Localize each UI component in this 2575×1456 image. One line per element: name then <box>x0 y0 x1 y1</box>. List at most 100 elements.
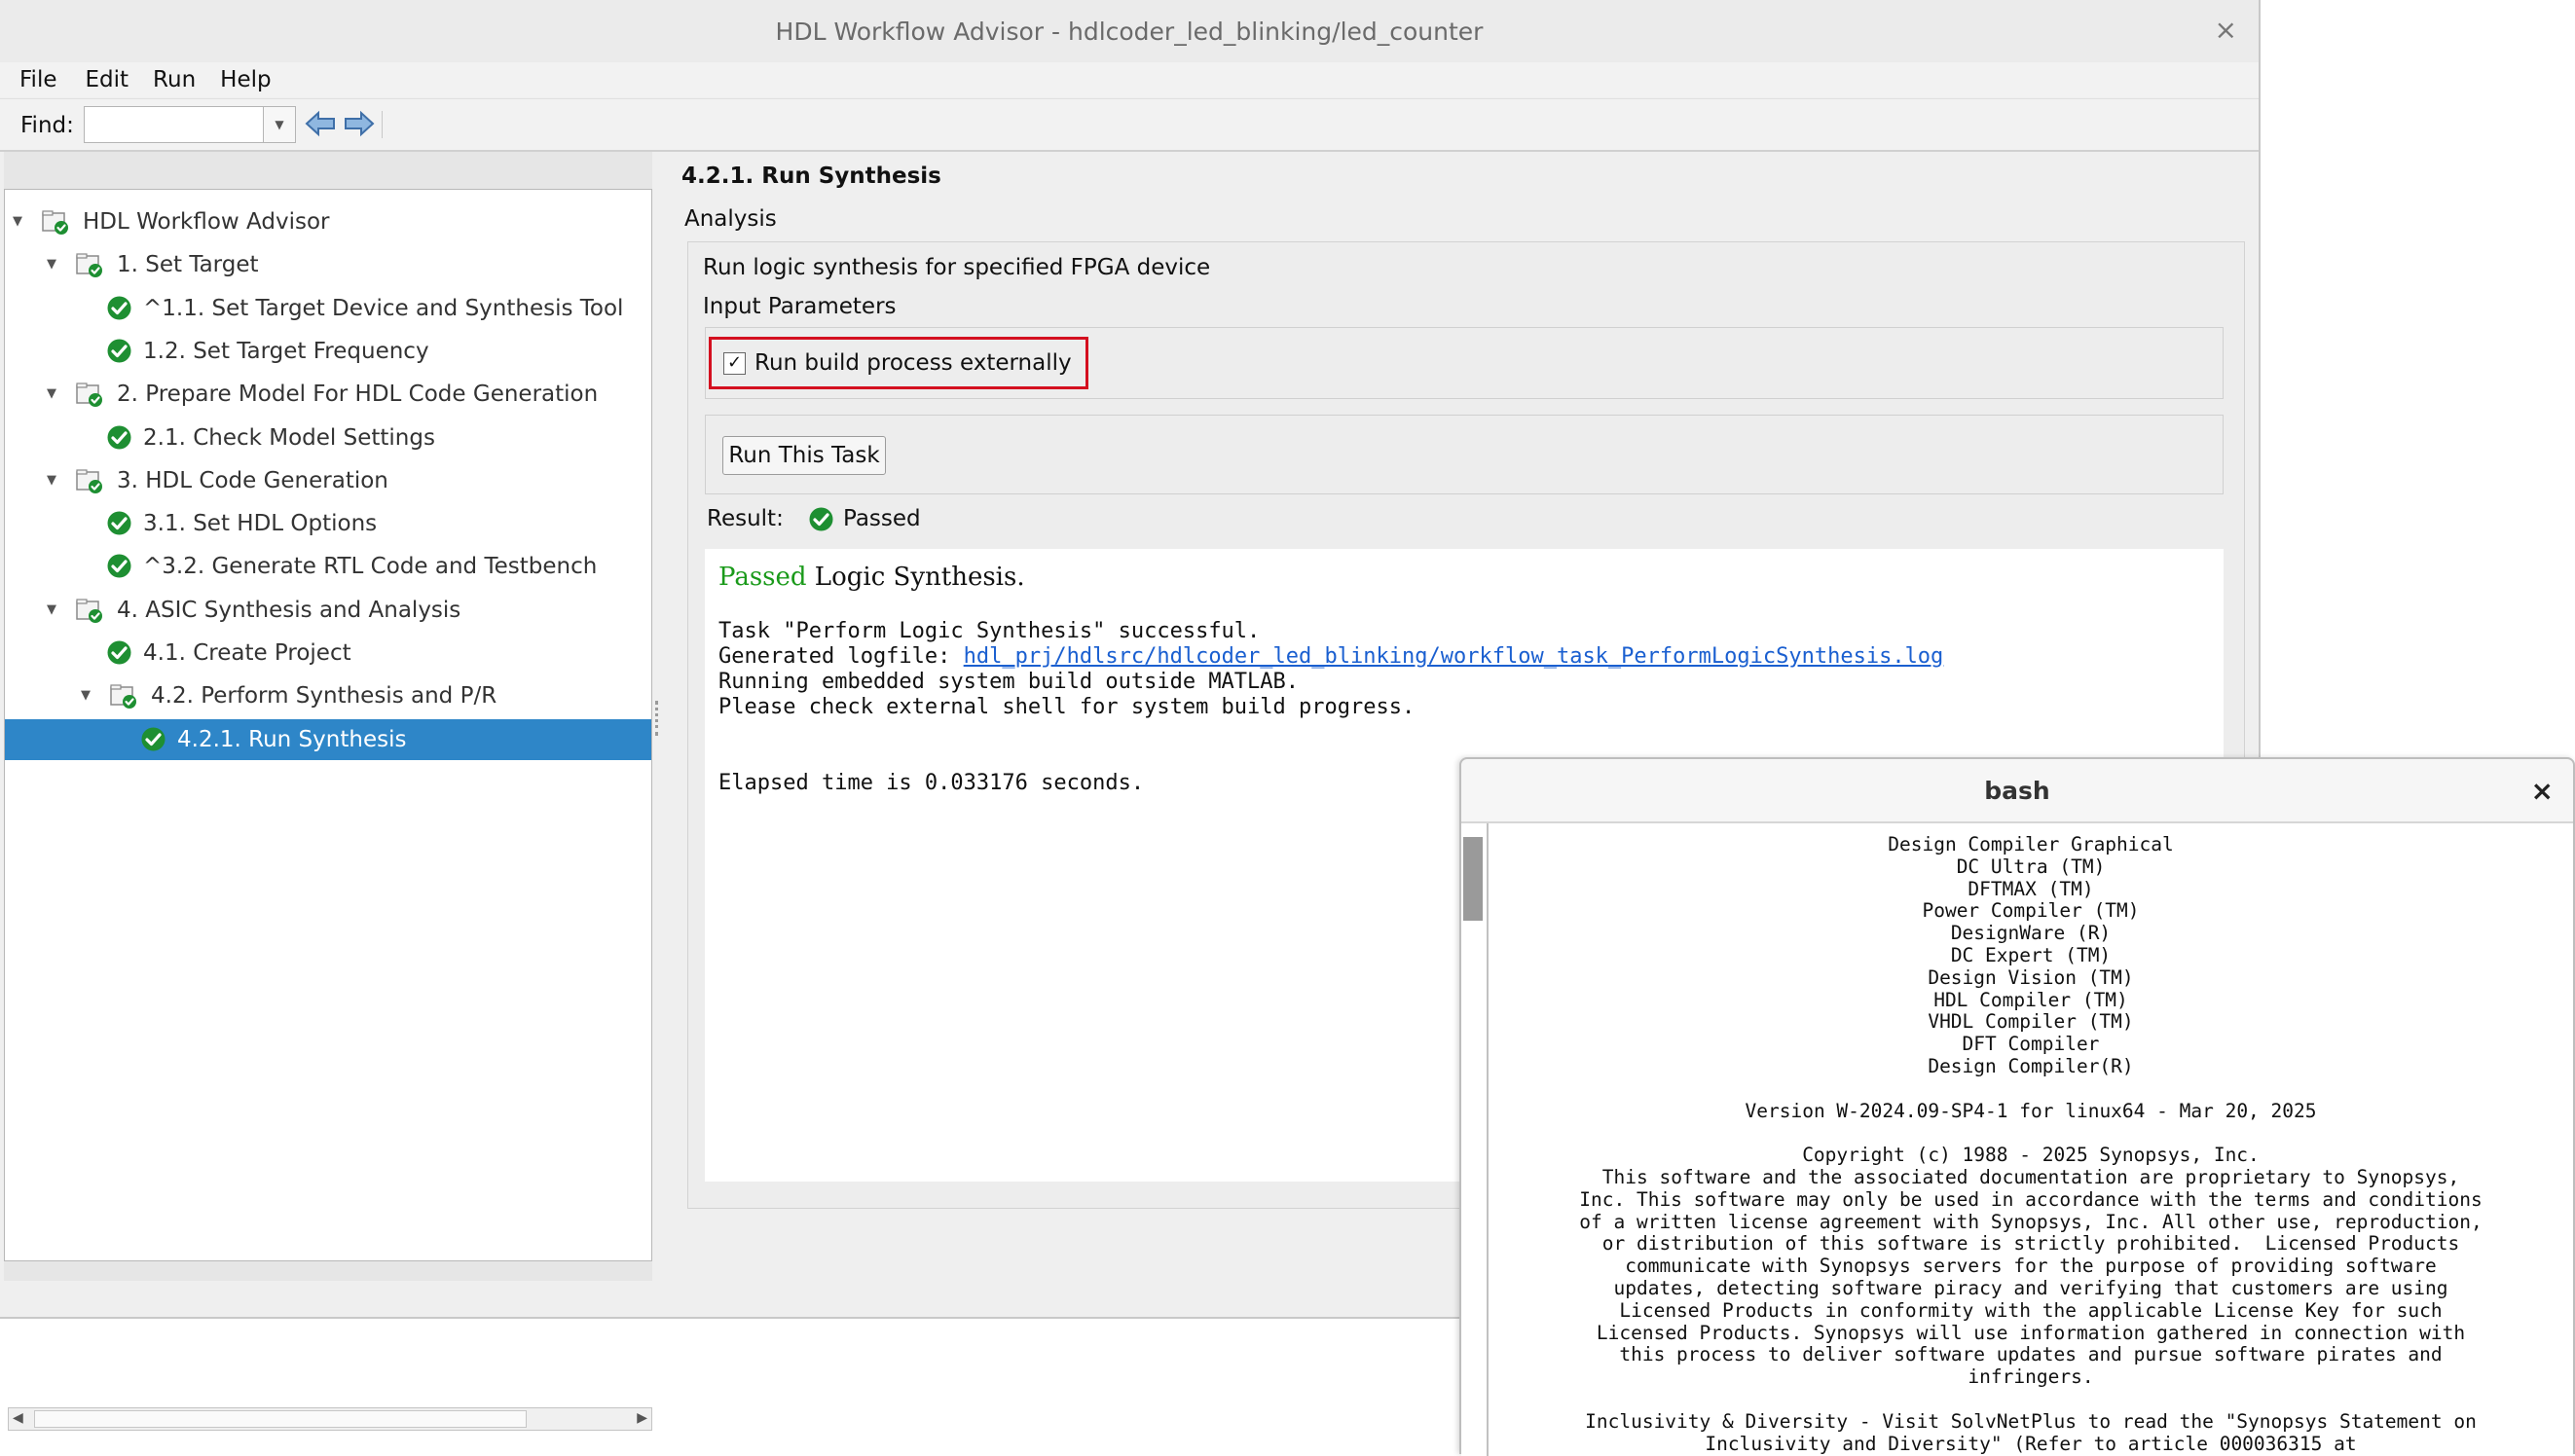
task-title: 4.2.1. Run Synthesis <box>681 164 941 189</box>
tree-item[interactable]: 4.2.1. Run Synthesis <box>5 718 651 760</box>
run-this-task-button[interactable]: Run This Task <box>722 436 886 475</box>
terminal-line: Copyright (c) 1988 - 2025 Synopsys, Inc. <box>1802 1144 2260 1167</box>
bash-close-icon[interactable]: × <box>2531 775 2554 807</box>
tree-item-label: 3. HDL Code Generation <box>117 467 388 493</box>
tree-item[interactable]: ^1.1. Set Target Device and Synthesis To… <box>5 288 651 329</box>
terminal-line: Inc. This software may only be used in a… <box>1579 1187 2483 1211</box>
result-value: Passed <box>843 506 921 531</box>
expand-toggle-icon[interactable]: ▼ <box>47 257 62 273</box>
report-logfile-line: Generated logfile: hdl_prj/hdlsrc/hdlcod… <box>718 644 1943 669</box>
menu-run[interactable]: Run <box>128 67 196 92</box>
tree-item-label: ^3.2. Generate RTL Code and Testbench <box>143 554 598 580</box>
terminal-line: Version W-2024.09-SP4-1 for linux64 - Ma… <box>1745 1099 2317 1122</box>
check-circle-icon <box>107 554 131 578</box>
tree-item-label: 2. Prepare Model For HDL Code Generation <box>117 382 599 408</box>
run-task-box <box>705 415 2224 494</box>
logfile-link[interactable]: hdl_prj/hdlsrc/hdlcoder_led_blinking/wor… <box>964 644 1944 669</box>
bash-title-bar: bash × <box>1461 759 2573 823</box>
analysis-label: Analysis <box>684 206 777 232</box>
run-externally-checkbox[interactable]: ✓ Run build process externally <box>709 337 1088 389</box>
terminal-line: Power Compiler (TM) <box>1922 899 2140 923</box>
terminal-line: of a written license agreement with Syno… <box>1579 1210 2483 1233</box>
scroll-right-icon[interactable]: ▶ <box>637 1410 647 1426</box>
scroll-left-icon[interactable]: ◀ <box>13 1410 23 1426</box>
tree-item[interactable]: ▼ HDL Workflow Advisor <box>5 201 651 242</box>
task-description: Run logic synthesis for specified FPGA d… <box>703 255 1211 280</box>
tree-horizontal-scrollbar[interactable]: ◀ ▶ <box>8 1407 652 1431</box>
expand-toggle-icon[interactable]: ▼ <box>81 688 96 704</box>
report-elapsed: Elapsed time is 0.033176 seconds. <box>718 771 1145 795</box>
check-circle-icon <box>107 425 131 449</box>
folder-check-icon <box>110 684 136 710</box>
expand-toggle-icon[interactable]: ▼ <box>13 214 28 230</box>
tree-item[interactable]: ▼ 3. HDL Code Generation <box>5 460 651 501</box>
terminal-line: VHDL Compiler (TM) <box>1928 1010 2134 1034</box>
checkbox-label: Run build process externally <box>754 350 1072 376</box>
report-status: Passed <box>718 563 807 592</box>
terminal-line: Inclusivity and Diversity" (Refer to art… <box>1705 1432 2357 1455</box>
tree-item-label: 4.2.1. Run Synthesis <box>177 726 407 752</box>
report-line: Please check external shell for system b… <box>718 695 1416 719</box>
find-label: Find: <box>20 113 74 138</box>
tree-item-label: 4. ASIC Synthesis and Analysis <box>117 597 461 623</box>
terminal-scrollbar[interactable] <box>1461 823 1489 1456</box>
terminal-scroll-thumb[interactable] <box>1463 837 1483 921</box>
menu-edit[interactable]: Edit <box>56 67 129 92</box>
terminal-line: updates, detecting software piracy and v… <box>1613 1277 2448 1299</box>
find-dropdown-icon[interactable]: ▼ <box>263 106 296 143</box>
tree-item[interactable]: ▼ 4. ASIC Synthesis and Analysis <box>5 590 651 631</box>
terminal-line: or distribution of this software is stri… <box>1601 1232 2460 1256</box>
terminal-line: This software and the associated documen… <box>1601 1166 2460 1188</box>
title-bar: HDL Workflow Advisor - hdlcoder_led_blin… <box>0 0 2259 64</box>
menu-bar: File Edit Run Help <box>0 62 2259 97</box>
check-circle-icon <box>107 296 131 320</box>
scroll-thumb[interactable] <box>34 1410 527 1428</box>
tree-item-label: ^1.1. Set Target Device and Synthesis To… <box>143 295 624 321</box>
check-circle-icon <box>141 727 166 751</box>
toolbar: Find: ▼ <box>0 98 2259 152</box>
chevron-down-icon: ▼ <box>275 118 284 131</box>
folder-check-icon <box>76 599 102 623</box>
folder-check-icon <box>76 469 102 493</box>
pane-splitter[interactable] <box>655 701 662 736</box>
find-input[interactable] <box>84 106 263 143</box>
tree-item-label: 1.2. Set Target Frequency <box>143 338 429 364</box>
tree-item-label: 4.2. Perform Synthesis and P/R <box>151 683 497 710</box>
terminal-line: Design Compiler(R) <box>1928 1055 2134 1077</box>
report-heading-text: Logic Synthesis. <box>806 563 1025 592</box>
forward-arrow-icon[interactable] <box>343 109 376 138</box>
back-arrow-icon[interactable] <box>304 109 337 138</box>
tree-item[interactable]: ▼ 1. Set Target <box>5 244 651 285</box>
tree-item[interactable]: ▼ 2. Prepare Model For HDL Code Generatio… <box>5 374 651 415</box>
menu-help[interactable]: Help <box>195 67 271 92</box>
close-icon[interactable]: × <box>2215 14 2237 46</box>
tree-item[interactable]: 1.2. Set Target Frequency <box>5 331 651 372</box>
report-heading: Passed Logic Synthesis. <box>718 563 1025 592</box>
terminal-line: this process to deliver software updates… <box>1619 1343 2443 1366</box>
expand-toggle-icon[interactable]: ▼ <box>47 473 62 489</box>
tree-item[interactable]: 4.1. Create Project <box>5 633 651 673</box>
workflow-tree: ▼ HDL Workflow Advisor ▼ 1. Set Target ^1.1.… <box>4 189 652 1261</box>
checkbox-check-icon[interactable]: ✓ <box>723 351 746 375</box>
terminal-line: DFT Compiler <box>1962 1033 2100 1056</box>
report-line: Task "Perform Logic Synthesis" successfu… <box>718 619 1261 643</box>
expand-toggle-icon[interactable]: ▼ <box>47 602 62 618</box>
terminal-line: DFTMAX (TM) <box>1968 877 2094 900</box>
terminal-line: Inclusivity & Diversity - Visit SolvNetP… <box>1585 1409 2477 1433</box>
terminal-output[interactable]: Design Compiler Graphical DC Ultra (TM) DF… <box>1489 823 2573 1456</box>
menu-file[interactable]: File <box>0 67 57 92</box>
check-circle-icon <box>107 640 131 665</box>
expand-toggle-icon[interactable]: ▼ <box>47 386 62 402</box>
bash-window: bash × Design Compiler Graphical DC Ultra… <box>1459 757 2575 1456</box>
tree-item[interactable]: 3.1. Set HDL Options <box>5 503 651 544</box>
tree-item[interactable]: ▼ 4.2. Perform Synthesis and P/R <box>5 675 651 716</box>
tree-pane: ▼ HDL Workflow Advisor ▼ 1. Set Target ^1.1.… <box>4 152 652 1431</box>
tree-item-label: 4.1. Create Project <box>143 640 351 666</box>
terminal-line: Design Compiler Graphical <box>1888 833 2174 855</box>
tree-item-label: HDL Workflow Advisor <box>83 209 330 235</box>
tree-item-label: 2.1. Check Model Settings <box>143 424 435 451</box>
tree-item[interactable]: ^3.2. Generate RTL Code and Testbench <box>5 546 651 587</box>
bash-title: bash <box>1984 776 2050 805</box>
tree-item-label: 3.1. Set HDL Options <box>143 511 378 537</box>
tree-item[interactable]: 2.1. Check Model Settings <box>5 418 651 458</box>
